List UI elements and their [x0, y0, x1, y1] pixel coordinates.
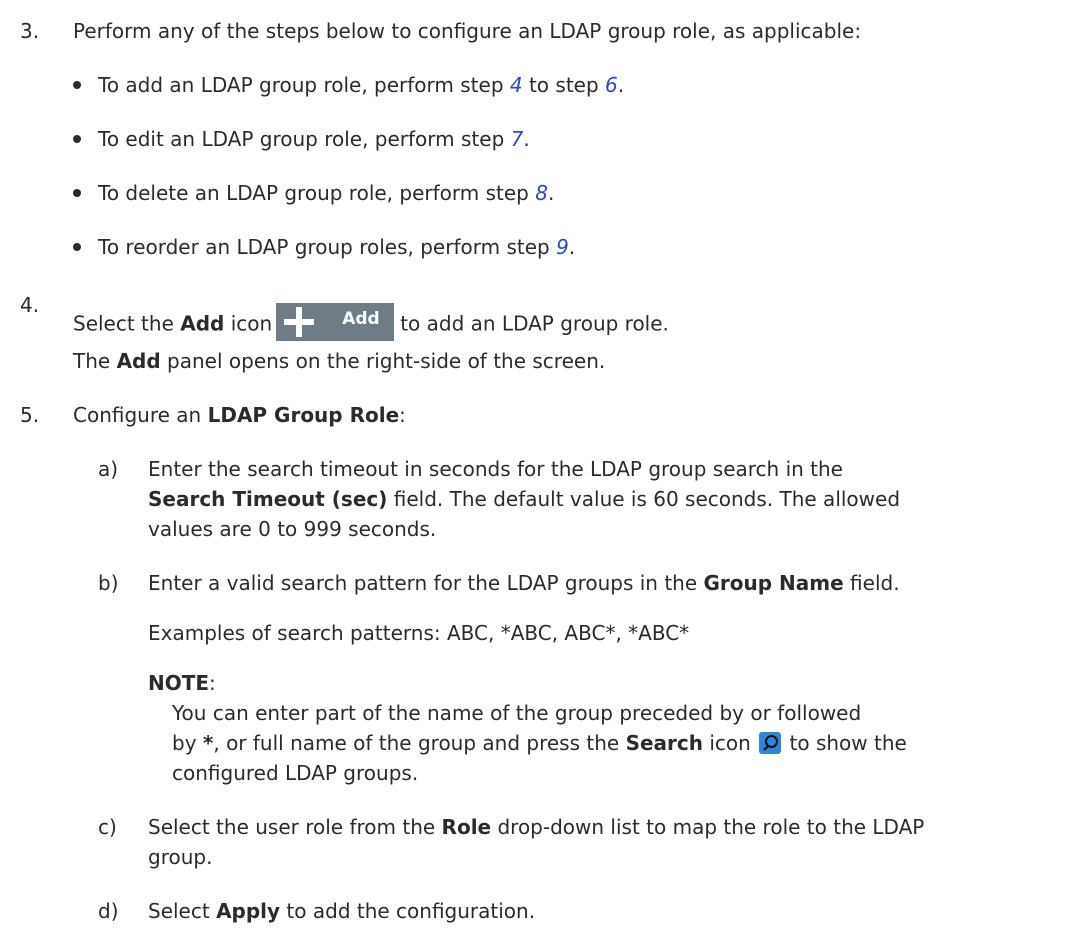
bullet — [73, 135, 81, 143]
step-4-number: 4. — [20, 293, 40, 317]
bullet-edit: To edit an LDAP group role, perform step… — [98, 127, 530, 151]
link-step-6[interactable]: 6 — [605, 73, 618, 97]
substep-b-line-1: Enter a valid search pattern for the LDA… — [148, 571, 900, 595]
bullet — [73, 243, 81, 251]
substep-c-letter: c) — [98, 815, 117, 839]
note-line-1: You can enter part of the name of the gr… — [172, 701, 862, 725]
link-step-9[interactable]: 9 — [556, 235, 569, 259]
search-icon — [759, 731, 782, 754]
bullet — [73, 81, 81, 89]
substep-c-line-2: group. — [148, 845, 213, 869]
add-button: Add — [276, 303, 395, 341]
step-4-line-2: The Add panel opens on the right-side of… — [73, 349, 606, 373]
substep-b-letter: b) — [98, 571, 119, 595]
link-step-7[interactable]: 7 — [511, 127, 524, 151]
bullet-add: To add an LDAP group role, perform step … — [98, 73, 625, 97]
substep-d-letter: d) — [98, 899, 119, 923]
substep-c-line-1: Select the user role from the Role drop-… — [148, 815, 925, 839]
step-5-number: 5. — [20, 403, 40, 427]
note-label: NOTE: — [148, 671, 216, 695]
substep-a-letter: a) — [98, 457, 119, 481]
note-line-2: by *, or full name of the group and pres… — [172, 731, 907, 755]
substep-a-line-1: Enter the search timeout in seconds for … — [148, 457, 843, 481]
substep-a-line-3: values are 0 to 999 seconds. — [148, 517, 437, 541]
bullet-reorder: To reorder an LDAP group roles, perform … — [98, 235, 576, 259]
bullet-delete: To delete an LDAP group role, perform st… — [98, 181, 555, 205]
link-step-4[interactable]: 4 — [510, 73, 523, 97]
link-step-8[interactable]: 8 — [535, 181, 548, 205]
note-line-3: configured LDAP groups. — [172, 761, 419, 785]
bullet — [73, 189, 81, 197]
step-3-number: 3. — [20, 19, 40, 43]
step-4-line-1: Select the Add icon Add to add an LDAP gro… — [73, 303, 1063, 344]
substep-b-examples: Examples of search patterns: ABC, *ABC, … — [148, 621, 690, 645]
substep-d-line-1: Select Apply to add the configuration. — [148, 899, 536, 923]
substep-a-line-2: Search Timeout (sec) field. The default … — [148, 487, 901, 511]
step-5-text: Configure an LDAP Group Role: — [73, 403, 406, 427]
step-3-text: Perform any of the steps below to config… — [73, 19, 862, 43]
